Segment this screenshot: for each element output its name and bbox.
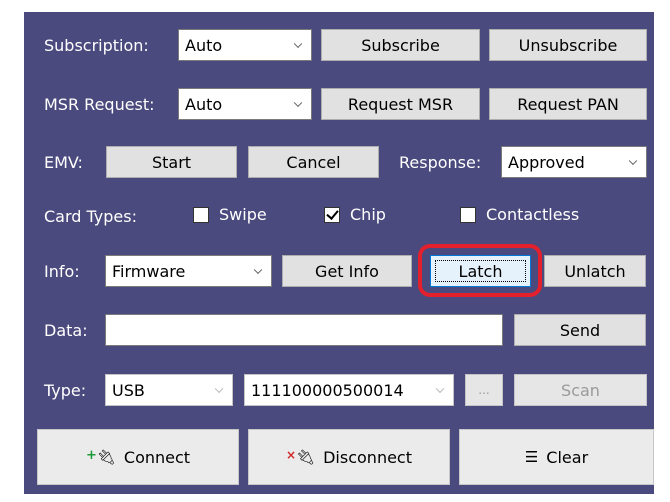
data-label: Data: <box>44 321 88 340</box>
contactless-label[interactable]: Contactless <box>486 205 579 225</box>
card-types-label: Card Types: <box>44 207 137 226</box>
get-info-button[interactable]: Get Info <box>282 255 412 287</box>
send-button[interactable]: Send <box>514 314 646 346</box>
disconnect-button[interactable]: ×🔌︎ Disconnect <box>248 429 450 485</box>
subscription-label: Subscription: <box>44 36 149 55</box>
chevron-down-icon <box>293 98 303 108</box>
info-select[interactable]: Firmware <box>105 255 272 287</box>
unlatch-button[interactable]: Unlatch <box>544 255 646 287</box>
subscription-mode-value: Auto <box>185 35 223 55</box>
response-value: Approved <box>508 152 585 172</box>
connect-label: Connect <box>123 447 191 467</box>
contactless-checkbox[interactable] <box>460 207 476 223</box>
chevron-down-icon <box>435 384 445 394</box>
clear-button[interactable]: ☰ Clear <box>459 429 654 485</box>
swipe-label[interactable]: Swipe <box>219 205 267 225</box>
plug-disconnect-icon: ×🔌︎ <box>286 448 316 466</box>
msr-mode-value: Auto <box>185 94 223 114</box>
emv-start-button[interactable]: Start <box>106 146 237 178</box>
info-value: Firmware <box>112 261 186 281</box>
control-panel <box>24 12 654 494</box>
msr-request-label: MSR Request: <box>44 95 155 114</box>
plug-connect-icon: +🔌︎ <box>85 448 116 466</box>
connect-button[interactable]: +🔌︎ Connect <box>37 429 239 485</box>
swipe-checkbox[interactable] <box>193 207 209 223</box>
device-select[interactable]: 111100000500014 <box>244 374 454 406</box>
info-label: Info: <box>44 262 80 281</box>
request-pan-button[interactable]: Request PAN <box>489 88 647 120</box>
type-label: Type: <box>44 381 87 400</box>
device-value: 111100000500014 <box>251 380 404 400</box>
emv-label: EMV: <box>44 153 83 172</box>
clear-label: Clear <box>546 447 589 467</box>
latch-button[interactable]: Latch <box>430 255 531 287</box>
clear-list-icon: ☰ <box>524 448 539 466</box>
response-label: Response: <box>399 153 482 172</box>
unsubscribe-button[interactable]: Unsubscribe <box>489 29 647 61</box>
chevron-down-icon <box>214 384 224 394</box>
request-msr-button[interactable]: Request MSR <box>321 88 480 120</box>
chip-checkbox[interactable] <box>324 207 340 223</box>
msr-mode-select[interactable]: Auto <box>178 88 312 120</box>
browse-button[interactable]: ... <box>465 374 503 406</box>
connection-type-select[interactable]: USB <box>105 374 233 406</box>
subscription-mode-select[interactable]: Auto <box>178 29 312 61</box>
subscribe-button[interactable]: Subscribe <box>321 29 480 61</box>
chevron-down-icon <box>293 39 303 49</box>
data-input[interactable] <box>105 314 503 346</box>
disconnect-label: Disconnect <box>323 447 412 467</box>
response-select[interactable]: Approved <box>501 146 647 178</box>
scan-button[interactable]: Scan <box>514 374 647 406</box>
emv-cancel-button[interactable]: Cancel <box>248 146 379 178</box>
chevron-down-icon <box>253 265 263 275</box>
chip-label[interactable]: Chip <box>350 205 386 225</box>
chevron-down-icon <box>628 156 638 166</box>
focus-rectangle <box>435 260 526 282</box>
connection-type-value: USB <box>112 380 145 400</box>
